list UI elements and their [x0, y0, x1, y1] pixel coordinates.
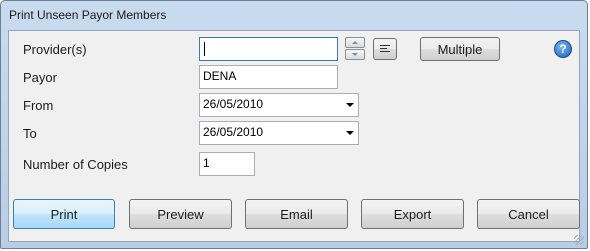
dialog-window: Print Unseen Payor Members Provider(s) M… [0, 0, 588, 249]
from-label: From [23, 98, 54, 113]
resize-grip[interactable] [574, 235, 584, 245]
providers-spin-down-button[interactable] [345, 49, 365, 60]
email-button[interactable]: Email [245, 199, 348, 229]
payor-field[interactable]: DENA [199, 65, 338, 89]
cancel-button[interactable]: Cancel [477, 199, 580, 229]
window-title: Print Unseen Payor Members [9, 8, 167, 22]
chevron-up-icon [352, 41, 358, 44]
copies-input[interactable]: 1 [199, 152, 255, 176]
provider-list-button[interactable] [373, 38, 397, 60]
chevron-down-icon [352, 53, 358, 56]
to-date-picker[interactable]: 26/05/2010 [199, 121, 359, 145]
copies-label: Number of Copies [23, 157, 128, 172]
print-button[interactable]: Print [13, 199, 115, 229]
to-label: To [23, 126, 37, 141]
help-icon[interactable]: ? [554, 40, 572, 58]
text-caret [204, 42, 205, 56]
providers-input[interactable] [199, 37, 338, 61]
payor-label: Payor [23, 70, 57, 85]
title-bar[interactable]: Print Unseen Payor Members [1, 1, 587, 29]
dropdown-arrow-icon[interactable] [346, 131, 354, 135]
from-date-picker[interactable]: 26/05/2010 [199, 93, 359, 117]
providers-spin-up-button[interactable] [345, 37, 365, 48]
preview-button[interactable]: Preview [129, 199, 232, 229]
list-icon [380, 45, 390, 54]
dialog-body: Provider(s) Multiple ? Payor DENA From 2… [8, 30, 580, 242]
dropdown-arrow-icon[interactable] [346, 103, 354, 107]
export-button[interactable]: Export [361, 199, 464, 229]
providers-label: Provider(s) [23, 42, 87, 57]
multiple-button[interactable]: Multiple [420, 37, 500, 61]
